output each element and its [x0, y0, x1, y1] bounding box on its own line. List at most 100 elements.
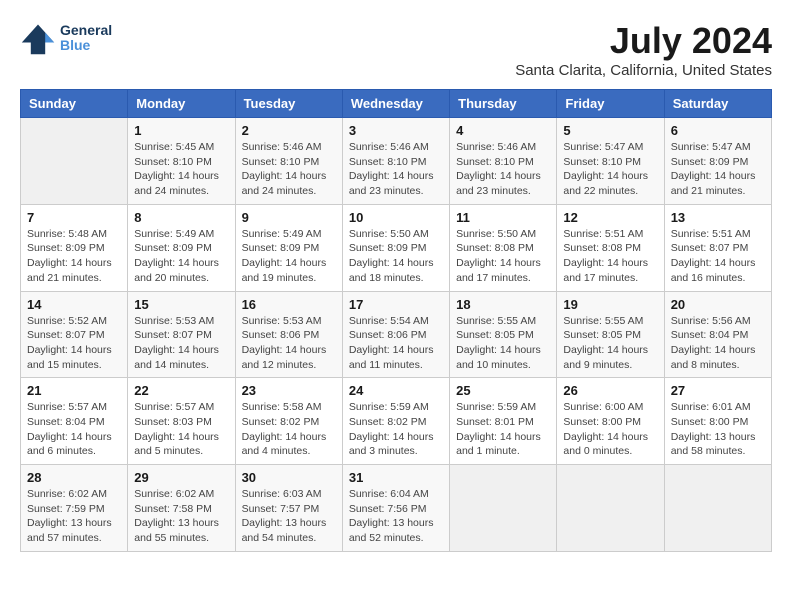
- week-row-1: 1 Sunrise: 5:45 AM Sunset: 8:10 PM Daylig…: [21, 118, 772, 205]
- weekday-header-thursday: Thursday: [450, 90, 557, 118]
- logo-icon: [20, 20, 56, 56]
- calendar-cell: 13Sunrise: 5:51 AM Sunset: 8:07 PM Dayli…: [664, 204, 771, 291]
- day-number: 8: [134, 210, 228, 225]
- day-info: Sunrise: 5:59 AM Sunset: 8:02 PM Dayligh…: [349, 400, 443, 459]
- day-number: 11: [456, 210, 550, 225]
- calendar-cell: 27 Sunrise: 6:01 AM Sunset: 8:00 PM Dayli…: [664, 378, 771, 465]
- calendar-cell: 31 Sunrise: 6:04 AM Sunset: 7:56 PM Dayli…: [342, 465, 449, 552]
- logo-text: General Blue: [60, 23, 112, 54]
- day-info: Sunrise: 5:47 AM Sunset: 8:10 PM Dayligh…: [563, 140, 657, 199]
- calendar-cell: 9Sunrise: 5:49 AM Sunset: 8:09 PM Daylig…: [235, 204, 342, 291]
- day-number: 30: [242, 470, 336, 485]
- weekday-header-tuesday: Tuesday: [235, 90, 342, 118]
- day-info: Sunrise: 5:46 AM Sunset: 8:10 PM Dayligh…: [242, 140, 336, 199]
- day-info: Sunrise: 5:58 AM Sunset: 8:02 PM Dayligh…: [242, 400, 336, 459]
- day-number: 24: [349, 383, 443, 398]
- calendar-cell: 15Sunrise: 5:53 AM Sunset: 8:07 PM Dayli…: [128, 291, 235, 378]
- calendar-cell: 28 Sunrise: 6:02 AM Sunset: 7:59 PM Dayli…: [21, 465, 128, 552]
- day-number: 22: [134, 383, 228, 398]
- calendar-cell: 16Sunrise: 5:53 AM Sunset: 8:06 PM Dayli…: [235, 291, 342, 378]
- day-info: Sunrise: 5:46 AM Sunset: 8:10 PM Dayligh…: [349, 140, 443, 199]
- day-info: Sunrise: 5:45 AM Sunset: 8:10 PM Dayligh…: [134, 140, 228, 199]
- calendar-cell: 5 Sunrise: 5:47 AM Sunset: 8:10 PM Daylig…: [557, 118, 664, 205]
- day-info: Sunrise: 5:57 AM Sunset: 8:04 PM Dayligh…: [27, 400, 121, 459]
- calendar-cell: 24 Sunrise: 5:59 AM Sunset: 8:02 PM Dayli…: [342, 378, 449, 465]
- calendar-cell: 29 Sunrise: 6:02 AM Sunset: 7:58 PM Dayli…: [128, 465, 235, 552]
- calendar-cell: 17 Sunrise: 5:54 AM Sunset: 8:06 PM Dayli…: [342, 291, 449, 378]
- day-info: Sunrise: 5:46 AM Sunset: 8:10 PM Dayligh…: [456, 140, 550, 199]
- day-info: Sunrise: 5:50 AM Sunset: 8:09 PM Dayligh…: [349, 227, 443, 286]
- weekday-header-wednesday: Wednesday: [342, 90, 449, 118]
- day-info: Sunrise: 5:54 AM Sunset: 8:06 PM Dayligh…: [349, 314, 443, 373]
- calendar: SundayMondayTuesdayWednesdayThursdayFrid…: [20, 89, 772, 552]
- header: General Blue July 2024 Santa Clarita, Ca…: [20, 20, 772, 79]
- week-row-2: 7 Sunrise: 5:48 AM Sunset: 8:09 PM Daylig…: [21, 204, 772, 291]
- calendar-cell: 12 Sunrise: 5:51 AM Sunset: 8:08 PM Dayli…: [557, 204, 664, 291]
- day-info: Sunrise: 6:02 AM Sunset: 7:59 PM Dayligh…: [27, 487, 121, 546]
- day-number: 20: [671, 297, 765, 312]
- logo: General Blue: [20, 20, 112, 56]
- calendar-cell: 1 Sunrise: 5:45 AM Sunset: 8:10 PM Daylig…: [128, 118, 235, 205]
- calendar-cell: 10Sunrise: 5:50 AM Sunset: 8:09 PM Dayli…: [342, 204, 449, 291]
- week-row-4: 21 Sunrise: 5:57 AM Sunset: 8:04 PM Dayli…: [21, 378, 772, 465]
- day-number: 21: [27, 383, 121, 398]
- calendar-cell: 8 Sunrise: 5:49 AM Sunset: 8:09 PM Daylig…: [128, 204, 235, 291]
- day-info: Sunrise: 6:00 AM Sunset: 8:00 PM Dayligh…: [563, 400, 657, 459]
- day-info: Sunrise: 5:51 AM Sunset: 8:07 PM Dayligh…: [671, 227, 765, 286]
- day-number: 6: [671, 123, 765, 138]
- day-number: 5: [563, 123, 657, 138]
- day-number: 2: [242, 123, 336, 138]
- day-info: Sunrise: 6:03 AM Sunset: 7:57 PM Dayligh…: [242, 487, 336, 546]
- calendar-cell: 18 Sunrise: 5:55 AM Sunset: 8:05 PM Dayli…: [450, 291, 557, 378]
- day-info: Sunrise: 5:48 AM Sunset: 8:09 PM Dayligh…: [27, 227, 121, 286]
- day-number: 7: [27, 210, 121, 225]
- calendar-cell: 3 Sunrise: 5:46 AM Sunset: 8:10 PM Daylig…: [342, 118, 449, 205]
- day-info: Sunrise: 5:51 AM Sunset: 8:08 PM Dayligh…: [563, 227, 657, 286]
- day-info: Sunrise: 5:49 AM Sunset: 8:09 PM Dayligh…: [242, 227, 336, 286]
- day-number: 26: [563, 383, 657, 398]
- day-info: Sunrise: 6:02 AM Sunset: 7:58 PM Dayligh…: [134, 487, 228, 546]
- day-info: Sunrise: 6:04 AM Sunset: 7:56 PM Dayligh…: [349, 487, 443, 546]
- calendar-cell: 20 Sunrise: 5:56 AM Sunset: 8:04 PM Dayli…: [664, 291, 771, 378]
- calendar-cell: 21 Sunrise: 5:57 AM Sunset: 8:04 PM Dayli…: [21, 378, 128, 465]
- calendar-cell: [21, 118, 128, 205]
- day-info: Sunrise: 5:55 AM Sunset: 8:05 PM Dayligh…: [563, 314, 657, 373]
- day-number: 3: [349, 123, 443, 138]
- day-number: 23: [242, 383, 336, 398]
- day-number: 18: [456, 297, 550, 312]
- calendar-cell: 14Sunrise: 5:52 AM Sunset: 8:07 PM Dayli…: [21, 291, 128, 378]
- day-number: 25: [456, 383, 550, 398]
- day-info: Sunrise: 5:59 AM Sunset: 8:01 PM Dayligh…: [456, 400, 550, 459]
- day-number: 17: [349, 297, 443, 312]
- day-info: Sunrise: 5:50 AM Sunset: 8:08 PM Dayligh…: [456, 227, 550, 286]
- calendar-cell: [450, 465, 557, 552]
- weekday-header-monday: Monday: [128, 90, 235, 118]
- day-info: Sunrise: 5:49 AM Sunset: 8:09 PM Dayligh…: [134, 227, 228, 286]
- day-info: Sunrise: 6:01 AM Sunset: 8:00 PM Dayligh…: [671, 400, 765, 459]
- logo-line1: General: [60, 23, 112, 38]
- week-row-3: 14Sunrise: 5:52 AM Sunset: 8:07 PM Dayli…: [21, 291, 772, 378]
- day-number: 1: [134, 123, 228, 138]
- day-number: 12: [563, 210, 657, 225]
- day-number: 28: [27, 470, 121, 485]
- calendar-cell: 2 Sunrise: 5:46 AM Sunset: 8:10 PM Daylig…: [235, 118, 342, 205]
- calendar-cell: 22 Sunrise: 5:57 AM Sunset: 8:03 PM Dayli…: [128, 378, 235, 465]
- weekday-header-row: SundayMondayTuesdayWednesdayThursdayFrid…: [21, 90, 772, 118]
- day-info: Sunrise: 5:56 AM Sunset: 8:04 PM Dayligh…: [671, 314, 765, 373]
- day-number: 31: [349, 470, 443, 485]
- weekday-header-friday: Friday: [557, 90, 664, 118]
- day-info: Sunrise: 5:57 AM Sunset: 8:03 PM Dayligh…: [134, 400, 228, 459]
- day-info: Sunrise: 5:55 AM Sunset: 8:05 PM Dayligh…: [456, 314, 550, 373]
- day-info: Sunrise: 5:53 AM Sunset: 8:07 PM Dayligh…: [134, 314, 228, 373]
- day-number: 19: [563, 297, 657, 312]
- day-info: Sunrise: 5:52 AM Sunset: 8:07 PM Dayligh…: [27, 314, 121, 373]
- day-number: 29: [134, 470, 228, 485]
- calendar-cell: [557, 465, 664, 552]
- calendar-cell: 7 Sunrise: 5:48 AM Sunset: 8:09 PM Daylig…: [21, 204, 128, 291]
- calendar-cell: 19 Sunrise: 5:55 AM Sunset: 8:05 PM Dayli…: [557, 291, 664, 378]
- day-number: 27: [671, 383, 765, 398]
- week-row-5: 28 Sunrise: 6:02 AM Sunset: 7:59 PM Dayli…: [21, 465, 772, 552]
- day-info: Sunrise: 5:47 AM Sunset: 8:09 PM Dayligh…: [671, 140, 765, 199]
- day-info: Sunrise: 5:53 AM Sunset: 8:06 PM Dayligh…: [242, 314, 336, 373]
- logo-line2: Blue: [60, 38, 112, 53]
